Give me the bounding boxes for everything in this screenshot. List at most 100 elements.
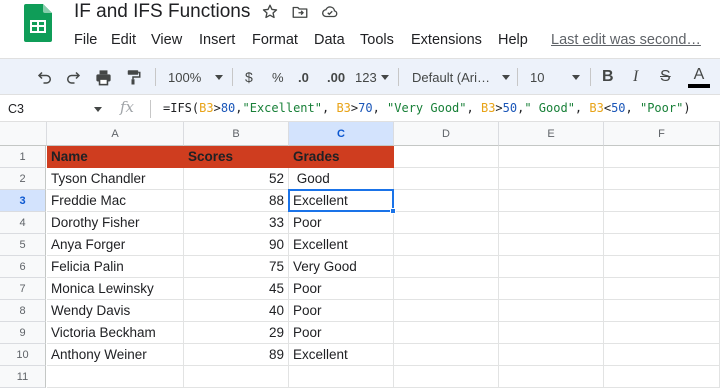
row-header-9[interactable]: 9 [0, 322, 46, 344]
font-family-select[interactable]: Default (Ari… [412, 59, 511, 95]
cell-f5[interactable] [604, 234, 720, 256]
cell-d4[interactable] [394, 212, 499, 234]
cell-c7[interactable]: Poor [289, 278, 394, 300]
more-formats-button[interactable]: 123 [355, 59, 389, 95]
menu-data[interactable]: Data [314, 30, 345, 50]
row-header-10[interactable]: 10 [0, 344, 46, 366]
document-title[interactable]: IF and IFS Functions [74, 0, 250, 24]
row-header-6[interactable]: 6 [0, 256, 46, 278]
column-header-b[interactable]: B [184, 122, 289, 146]
cell-f1[interactable] [604, 146, 720, 168]
cell-d8[interactable] [394, 300, 499, 322]
cell-b1[interactable]: Scores [184, 146, 289, 168]
cell-d6[interactable] [394, 256, 499, 278]
cell-c9[interactable]: Poor [289, 322, 394, 344]
cell-b5[interactable]: 90 [184, 234, 289, 256]
cell-f6[interactable] [604, 256, 720, 278]
cell-c10[interactable]: Excellent [289, 344, 394, 366]
cell-c6[interactable]: Very Good [289, 256, 394, 278]
cell-b9[interactable]: 29 [184, 322, 289, 344]
redo-button[interactable] [64, 59, 82, 95]
text-color-button[interactable]: A [688, 59, 710, 95]
column-header-a[interactable]: A [47, 122, 184, 146]
cell-b3[interactable]: 88 [184, 190, 289, 212]
fill-handle[interactable] [390, 208, 396, 214]
cell-a1[interactable]: Name [47, 146, 184, 168]
cell-a2[interactable]: Tyson Chandler [47, 168, 184, 190]
cell-d1[interactable] [394, 146, 499, 168]
cell-e8[interactable] [499, 300, 604, 322]
cell-e6[interactable] [499, 256, 604, 278]
cell-a5[interactable]: Anya Forger [47, 234, 184, 256]
zoom-select[interactable]: 100% [168, 59, 224, 95]
cell-f3[interactable] [604, 190, 720, 212]
cell-c3[interactable]: Excellent [289, 190, 394, 212]
cell-e3[interactable] [499, 190, 604, 212]
cell-c2[interactable]: Good [289, 168, 394, 190]
cell-a8[interactable]: Wendy Davis [47, 300, 184, 322]
cell-e9[interactable] [499, 322, 604, 344]
row-header-4[interactable]: 4 [0, 212, 46, 234]
column-header-f[interactable]: F [604, 122, 720, 146]
increase-decimal-button[interactable]: .00 [327, 59, 345, 95]
last-edit-link[interactable]: Last edit was second… [551, 30, 701, 50]
cell-a4[interactable]: Dorothy Fisher [47, 212, 184, 234]
currency-format-button[interactable]: $ [245, 59, 253, 95]
name-box[interactable]: C3 [8, 95, 103, 123]
row-header-5[interactable]: 5 [0, 234, 46, 256]
cell-a7[interactable]: Monica Lewinsky [47, 278, 184, 300]
cell-f7[interactable] [604, 278, 720, 300]
cell-e5[interactable] [499, 234, 604, 256]
cell-f11[interactable] [604, 366, 720, 388]
cell-b4[interactable]: 33 [184, 212, 289, 234]
row-header-2[interactable]: 2 [0, 168, 46, 190]
row-header-7[interactable]: 7 [0, 278, 46, 300]
menu-tools[interactable]: Tools [360, 30, 394, 50]
row-header-3[interactable]: 3 [0, 190, 46, 212]
cell-e2[interactable] [499, 168, 604, 190]
undo-button[interactable] [36, 59, 54, 95]
menu-edit[interactable]: Edit [111, 30, 136, 50]
cell-f4[interactable] [604, 212, 720, 234]
cell-a3[interactable]: Freddie Mac [47, 190, 184, 212]
cell-c1[interactable]: Grades [289, 146, 394, 168]
decrease-decimal-button[interactable]: .0 [298, 59, 309, 95]
column-header-d[interactable]: D [394, 122, 499, 146]
formula-input[interactable]: =IFS(B3>80,"Excellent", B3>70, "Very Goo… [163, 101, 691, 115]
cell-e10[interactable] [499, 344, 604, 366]
bold-button[interactable]: B [602, 59, 614, 95]
cell-a10[interactable]: Anthony Weiner [47, 344, 184, 366]
percent-format-button[interactable]: % [272, 59, 284, 95]
print-button[interactable] [94, 59, 113, 95]
sheets-logo-icon[interactable] [24, 4, 52, 42]
cell-f8[interactable] [604, 300, 720, 322]
cell-f9[interactable] [604, 322, 720, 344]
cell-e1[interactable] [499, 146, 604, 168]
cell-b8[interactable]: 40 [184, 300, 289, 322]
cell-c11[interactable] [289, 366, 394, 388]
cell-e7[interactable] [499, 278, 604, 300]
menu-extensions[interactable]: Extensions [411, 30, 482, 50]
cell-d10[interactable] [394, 344, 499, 366]
menu-format[interactable]: Format [252, 30, 298, 50]
cell-a6[interactable]: Felicia Palin [47, 256, 184, 278]
column-header-e[interactable]: E [499, 122, 604, 146]
cell-f10[interactable] [604, 344, 720, 366]
cell-b11[interactable] [184, 366, 289, 388]
star-icon[interactable] [261, 3, 279, 21]
cell-b2[interactable]: 52 [184, 168, 289, 190]
cell-b7[interactable]: 45 [184, 278, 289, 300]
cell-a11[interactable] [47, 366, 184, 388]
strikethrough-button[interactable]: S [660, 59, 671, 95]
cell-b10[interactable]: 89 [184, 344, 289, 366]
cell-d9[interactable] [394, 322, 499, 344]
font-size-select[interactable]: 10 [530, 59, 581, 95]
cell-e11[interactable] [499, 366, 604, 388]
row-header-1[interactable]: 1 [0, 146, 46, 168]
cell-e4[interactable] [499, 212, 604, 234]
column-header-c[interactable]: C [289, 122, 394, 146]
select-all-corner[interactable] [0, 122, 47, 146]
cell-d3[interactable] [394, 190, 499, 212]
cell-b6[interactable]: 75 [184, 256, 289, 278]
cell-c8[interactable]: Poor [289, 300, 394, 322]
